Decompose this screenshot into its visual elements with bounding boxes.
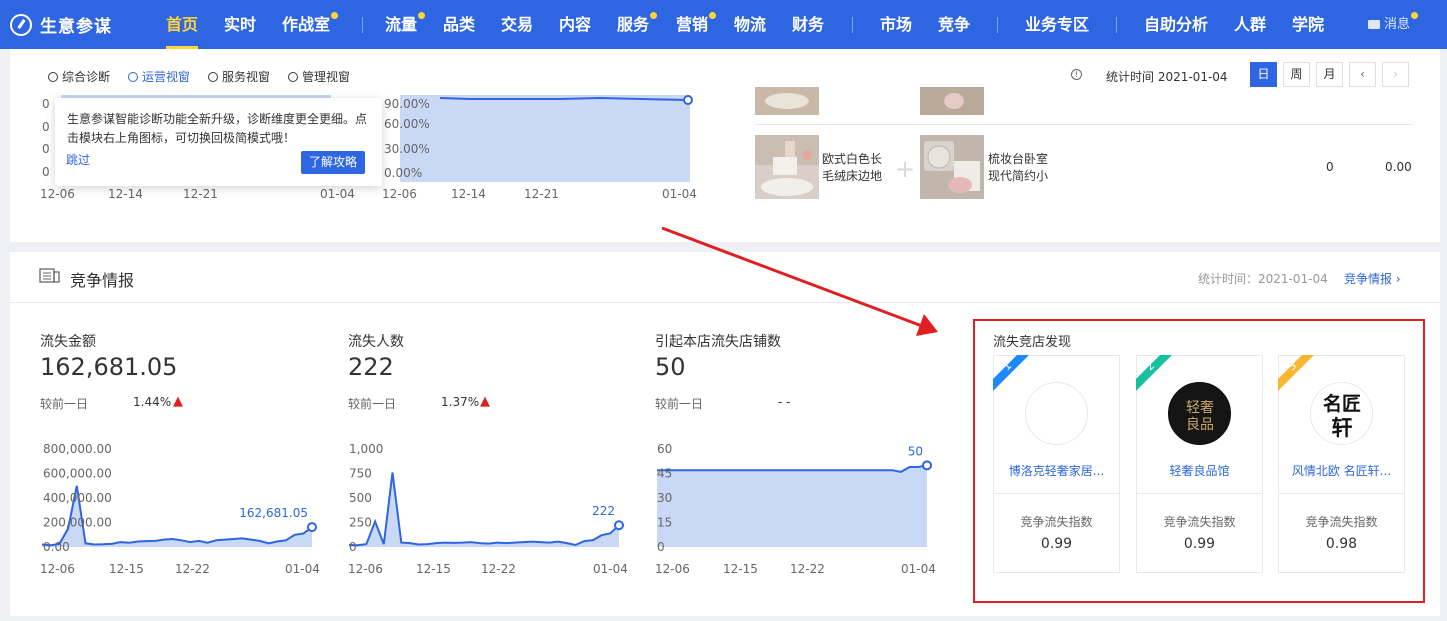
rank-ribbon: 3: [1278, 355, 1314, 391]
competitors-title: 流失竞店发现: [993, 335, 1072, 350]
card-divider: [1137, 493, 1262, 494]
competitor-index-value: 0.98: [1325, 536, 1358, 552]
competitor-card[interactable]: 3 名匠轩风情北欧 名匠轩... 竞争流失指数 0.98: [1278, 355, 1405, 573]
competitor-index-label: 竞争流失指数: [1163, 515, 1236, 529]
card-divider: [994, 493, 1119, 494]
svg-text:轩: 轩: [1332, 416, 1353, 440]
competitor-index-label: 竞争流失指数: [1020, 515, 1093, 529]
competitor-name[interactable]: 轻奢良品馆: [1137, 462, 1262, 479]
card-divider: [1279, 493, 1404, 494]
competitor-index-value: 0.99: [1040, 536, 1073, 552]
shop-logo: [1025, 382, 1088, 445]
competitor-name[interactable]: 博洛克轻奢家居...: [994, 462, 1119, 479]
competitor-name[interactable]: 风情北欧 名匠轩...: [1279, 462, 1404, 479]
competitor-card[interactable]: 2 轻奢 良品 轻奢良品馆 竞争流失指数 0.99: [1136, 355, 1263, 573]
competitor-index-label: 竞争流失指数: [1305, 515, 1378, 529]
competitor-index-value: 0.99: [1183, 536, 1216, 552]
shop-logo: 名匠轩: [1310, 382, 1373, 445]
svg-text:良品: 良品: [1186, 417, 1214, 433]
rank-ribbon: 2: [1136, 355, 1172, 391]
svg-text:名匠: 名匠: [1323, 392, 1361, 415]
rank-ribbon: 1: [993, 355, 1029, 391]
svg-text:轻奢: 轻奢: [1186, 400, 1214, 416]
competitor-card[interactable]: 1 博洛克轻奢家居... 竞争流失指数 0.99: [993, 355, 1120, 573]
shop-logo: 轻奢 良品: [1168, 382, 1231, 445]
